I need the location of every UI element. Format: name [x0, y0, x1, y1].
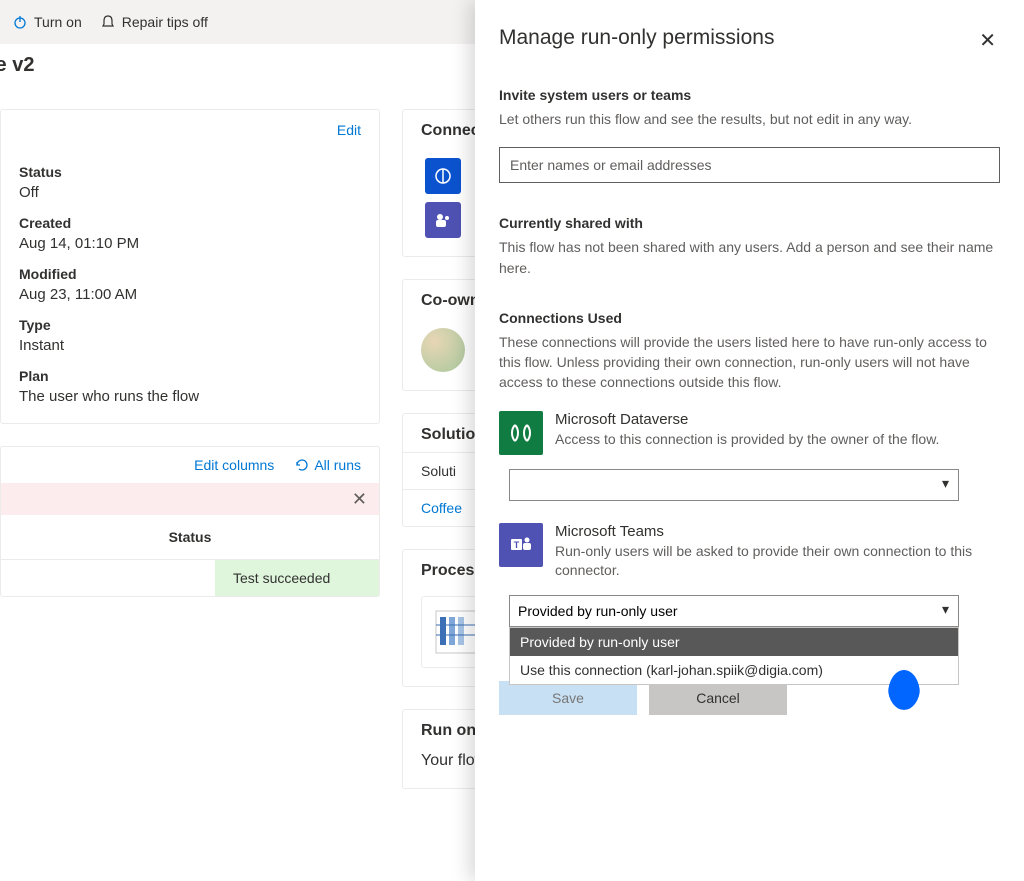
- status-column-header: Status: [1, 515, 379, 559]
- connections-used-title: Connections Used: [499, 310, 1000, 326]
- teams-logo-icon: T: [499, 523, 543, 567]
- avatar[interactable]: [421, 328, 465, 372]
- dataverse-icon[interactable]: [425, 158, 461, 194]
- shared-title: Currently shared with: [499, 215, 1000, 231]
- svg-text:T: T: [514, 540, 520, 550]
- panel-footer: Save Cancel: [499, 681, 1000, 715]
- run-only-title: Run onl: [421, 722, 481, 740]
- type-value: Instant: [19, 337, 361, 354]
- dataverse-select-wrap: [509, 469, 959, 501]
- all-runs-label: All runs: [314, 457, 361, 473]
- invite-desc: Let others run this flow and see the res…: [499, 109, 1000, 129]
- edit-columns-link[interactable]: Edit columns: [194, 457, 274, 473]
- created-label: Created: [19, 215, 361, 231]
- teams-name: Microsoft Teams: [555, 523, 1000, 540]
- left-column: Edit Status Off Created Aug 14, 01:10 PM…: [0, 109, 380, 789]
- details-card: Edit Status Off Created Aug 14, 01:10 PM…: [0, 109, 380, 424]
- teams-icon[interactable]: [425, 202, 461, 238]
- run-status-cell: Test succeeded: [215, 560, 379, 596]
- type-label: Type: [19, 317, 361, 333]
- power-icon: [12, 14, 28, 30]
- dataverse-desc: Access to this connection is provided by…: [555, 430, 1000, 450]
- run-history-row[interactable]: Test succeeded: [1, 559, 379, 596]
- plan-value: The user who runs the flow: [19, 388, 361, 405]
- dataverse-logo-icon: [499, 411, 543, 455]
- cancel-button[interactable]: Cancel: [649, 681, 787, 715]
- status-label: Status: [19, 164, 361, 180]
- manage-permissions-panel: Manage run-only permissions ✕ Invite sys…: [475, 0, 1024, 881]
- modified-value: Aug 23, 11:00 AM: [19, 286, 361, 303]
- modified-label: Modified: [19, 266, 361, 282]
- repair-tips-label: Repair tips off: [122, 14, 208, 30]
- teams-select[interactable]: Provided by run-only user: [509, 595, 959, 627]
- refresh-icon: [294, 457, 310, 473]
- dropdown-option[interactable]: Provided by run-only user: [510, 628, 958, 656]
- bell-icon: [100, 14, 116, 30]
- dataverse-select[interactable]: [509, 469, 959, 501]
- all-runs-link[interactable]: All runs: [294, 457, 361, 473]
- run-history-card: Edit columns All runs ✕ Status Test succ…: [0, 446, 380, 597]
- invite-input[interactable]: [499, 147, 1000, 183]
- turn-on-button[interactable]: Turn on: [12, 14, 82, 30]
- plan-label: Plan: [19, 368, 361, 384]
- invite-title: Invite system users or teams: [499, 87, 1000, 103]
- close-panel-icon[interactable]: ✕: [975, 26, 1000, 55]
- created-value: Aug 14, 01:10 PM: [19, 235, 361, 252]
- teams-dropdown-list: Provided by run-only user Use this conne…: [509, 627, 959, 685]
- coowners-title: Co-own: [421, 292, 480, 310]
- close-icon[interactable]: ✕: [352, 489, 367, 510]
- dataverse-name: Microsoft Dataverse: [555, 411, 1000, 428]
- dataverse-connection: Microsoft Dataverse Access to this conne…: [499, 411, 1000, 455]
- teams-connection: T Microsoft Teams Run-only users will be…: [499, 523, 1000, 581]
- repair-tips-button[interactable]: Repair tips off: [100, 14, 208, 30]
- turn-on-label: Turn on: [34, 14, 82, 30]
- run-history-banner: ✕: [1, 483, 379, 515]
- teams-select-wrap: Provided by run-only user Provided by ru…: [509, 595, 959, 627]
- save-button[interactable]: Save: [499, 681, 637, 715]
- teams-desc: Run-only users will be asked to provide …: [555, 542, 1000, 581]
- connections-used-desc: These connections will provide the users…: [499, 332, 1000, 393]
- panel-title: Manage run-only permissions: [499, 26, 774, 50]
- process-title: Process: [421, 562, 483, 580]
- shared-desc: This flow has not been shared with any u…: [499, 237, 1000, 278]
- status-value: Off: [19, 184, 361, 201]
- edit-link[interactable]: Edit: [337, 122, 361, 138]
